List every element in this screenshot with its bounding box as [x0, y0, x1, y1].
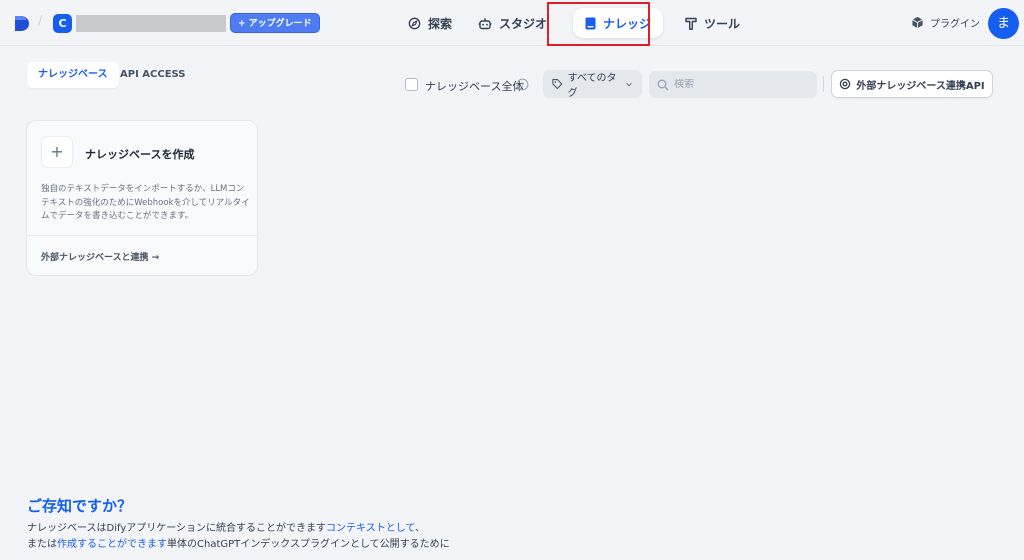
create-knowledge-title: ナレッジベースを作成 [85, 148, 195, 161]
create-link[interactable]: 作成することができます [57, 539, 167, 550]
connect-external-label: 外部ナレッジベースと連携 → [41, 253, 160, 263]
tab-knowledge-base[interactable]: ナレッジベース [27, 62, 119, 88]
chevron-down-icon [626, 82, 632, 86]
tip-text-2: または [27, 539, 57, 550]
nav-explore-label: 探索 [428, 16, 453, 31]
create-knowledge-description: 独自のテキストデータをインポートするか、LLMコンテキストの強化のためにWebh… [41, 184, 250, 221]
tip-line-2: または作成することができます単体のChatGPTインデックスプラグインとして公開… [27, 535, 450, 550]
all-knowledge-checkbox[interactable] [405, 78, 418, 91]
upgrade-button[interactable]: + アップグレード [230, 13, 320, 33]
svg-text:?: ? [521, 80, 525, 89]
search-box [649, 71, 817, 98]
plugins-link[interactable]: プラグイン [911, 15, 980, 30]
api-connection-icon [840, 78, 851, 90]
highlight-box [547, 2, 650, 46]
dify-logo[interactable] [14, 15, 30, 32]
compass-icon [408, 17, 421, 29]
all-knowledge-label: ナレッジベース全体 [425, 80, 524, 93]
breadcrumb-separator: / [38, 14, 43, 29]
plugins-label: プラグイン [930, 19, 980, 30]
tip-title: ご存知ですか？ [27, 497, 133, 515]
robot-icon [478, 17, 492, 29]
create-knowledge-card[interactable]: + ナレッジベースを作成 独自のテキストデータをインポートするか、LLMコンテキ… [26, 120, 258, 276]
nav-studio-label: スタジオ [499, 16, 548, 31]
workspace-avatar[interactable]: C [53, 14, 72, 33]
nav-tools[interactable]: ツール [673, 8, 752, 38]
tag-filter-select[interactable]: すべてのタグ [543, 70, 642, 99]
plus-icon: + [41, 136, 73, 168]
help-icon[interactable]: ? [516, 78, 529, 91]
tip-text-1-end: 、 [414, 523, 425, 534]
card-divider [27, 235, 257, 236]
nav-explore[interactable]: 探索 [396, 8, 464, 38]
external-api-label: 外部ナレッジベース連携API [856, 80, 985, 92]
top-header: / C + アップグレード 探索 スタジオ ナレッジ ツール プラグイン ま [0, 0, 1024, 46]
cube-icon [912, 16, 923, 29]
toolbar-divider [823, 76, 824, 92]
search-icon [657, 79, 669, 90]
tip-text-1: ナレッジベースはDifyアプリケーションに統合することができます [27, 523, 327, 534]
external-knowledge-api-button[interactable]: 外部ナレッジベース連携API [831, 70, 993, 98]
user-avatar[interactable]: ま [988, 8, 1019, 39]
tab-api-access[interactable]: API ACCESS [109, 62, 196, 88]
nav-studio[interactable]: スタジオ [466, 8, 559, 38]
workspace-name-redacted[interactable] [76, 15, 226, 32]
tip-line-1: ナレッジベースはDifyアプリケーションに統合することができますコンテキストとし… [27, 519, 425, 534]
search-input[interactable] [674, 79, 804, 90]
context-link[interactable]: コンテキストとして [326, 523, 415, 534]
tag-filter-label: すべてのタグ [567, 73, 617, 99]
connect-external-knowledge-link[interactable]: 外部ナレッジベースと連携 → [41, 250, 159, 263]
hammer-icon [685, 17, 697, 30]
nav-tools-label: ツール [704, 16, 741, 31]
tip-text-2-end: 単体のChatGPTインデックスプラグインとして公開するために [167, 539, 450, 550]
tag-icon [552, 79, 563, 89]
